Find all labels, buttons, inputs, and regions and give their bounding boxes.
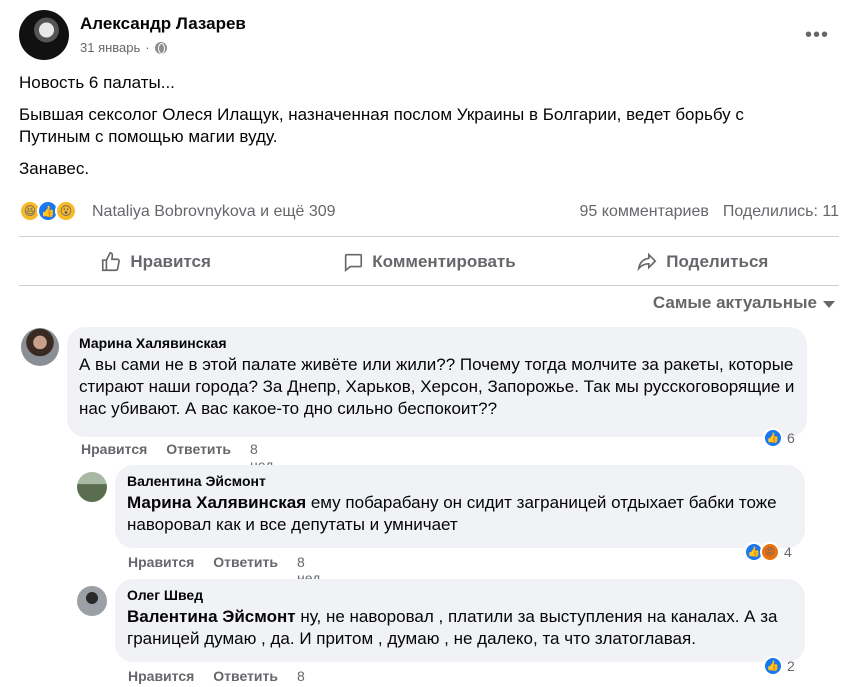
author-name[interactable]: Александр Лазарев bbox=[80, 14, 246, 34]
comment-text: Валентина Эйсмонт ну, не наворовал , пла… bbox=[127, 606, 793, 650]
post-actions: Нравится Комментировать Поделиться bbox=[19, 240, 839, 284]
divider bbox=[19, 285, 839, 286]
reactors-text[interactable]: Nataliya Bobrovnykova и ещё 309 bbox=[92, 203, 336, 221]
speech-bubble-icon bbox=[345, 253, 363, 272]
comment-like-button[interactable]: Нравится bbox=[128, 668, 194, 687]
comment-text: А вы сами не в этой палате живёте или жи… bbox=[79, 355, 795, 418]
wow-reaction-icon: 😮 bbox=[55, 200, 77, 222]
share-button[interactable]: Поделиться bbox=[566, 240, 839, 284]
comment-reactions[interactable]: 👍 2 bbox=[763, 656, 795, 676]
comment-reactions[interactable]: 👍 6 bbox=[763, 428, 795, 448]
sort-label: Самые актуальные bbox=[652, 293, 817, 312]
author-avatar[interactable] bbox=[19, 10, 69, 60]
post-counts: 95 комментариев Поделились: 11 bbox=[580, 203, 839, 221]
commenter-name[interactable]: Марина Халявинская bbox=[79, 335, 795, 351]
comment-actions: Нравится Ответить 8 нед. bbox=[128, 668, 324, 687]
reaction-count: 2 bbox=[787, 658, 795, 674]
commenter-name[interactable]: Олег Швед bbox=[127, 587, 793, 603]
thumbs-up-icon bbox=[102, 252, 121, 272]
like-reaction-icon: 👍 bbox=[763, 428, 783, 448]
post-line: Бывшая сексолог Олеся Илащук, назначенна… bbox=[19, 105, 744, 146]
post-meta-separator: · bbox=[145, 40, 150, 55]
comment-label: Комментировать bbox=[372, 252, 516, 271]
commenter-avatar[interactable] bbox=[21, 328, 59, 366]
like-reaction-icon: 👍 bbox=[763, 656, 783, 676]
post-line: Новость 6 палаты... bbox=[19, 73, 175, 92]
comment-button[interactable]: Комментировать bbox=[292, 240, 565, 284]
post-header: Александр Лазарев 31 январь · ••• bbox=[19, 10, 839, 60]
like-label: Нравится bbox=[130, 252, 211, 271]
reaction-icons[interactable]: 😆 👍 😮 bbox=[19, 200, 77, 222]
commenter-avatar[interactable] bbox=[77, 472, 107, 502]
mention-link[interactable]: Марина Халявинская bbox=[127, 493, 306, 512]
reaction-count: 6 bbox=[787, 430, 795, 446]
comment-bubble: Валентина Эйсмонт Марина Халявинская ему… bbox=[115, 465, 805, 548]
post-meta: 31 январь · bbox=[80, 40, 167, 55]
shares-count[interactable]: Поделились: 11 bbox=[723, 203, 839, 221]
reactions-summary: 😆 👍 😮 Nataliya Bobrovnykova и ещё 309 95… bbox=[19, 200, 839, 224]
globe-icon bbox=[154, 41, 167, 54]
mention-link[interactable]: Валентина Эйсмонт bbox=[127, 607, 296, 626]
comment-sort-dropdown[interactable]: Самые актуальные bbox=[653, 293, 835, 313]
post-body: Новость 6 палаты... Бывшая сексолог Олес… bbox=[19, 72, 819, 190]
share-label: Поделиться bbox=[666, 252, 769, 271]
post-date[interactable]: 31 январь bbox=[80, 40, 140, 55]
commenter-avatar[interactable] bbox=[77, 586, 107, 616]
commenter-name[interactable]: Валентина Эйсмонт bbox=[127, 473, 793, 489]
reaction-count: 4 bbox=[784, 544, 792, 560]
post-line: Занавес. bbox=[19, 159, 90, 178]
divider bbox=[19, 236, 839, 237]
comments-count[interactable]: 95 комментариев bbox=[580, 203, 709, 221]
comment-bubble: Марина Халявинская А вы сами не в этой п… bbox=[67, 327, 807, 437]
comment-reply-button[interactable]: Ответить bbox=[213, 668, 278, 687]
share-arrow-icon bbox=[637, 252, 657, 272]
comment-bubble: Олег Швед Валентина Эйсмонт ну, не навор… bbox=[115, 579, 805, 662]
caret-down-icon bbox=[823, 301, 835, 308]
more-icon[interactable]: ••• bbox=[805, 24, 829, 47]
comment-reactions[interactable]: 👍 😡 4 bbox=[744, 542, 792, 562]
comment-time[interactable]: 8 нед. bbox=[297, 668, 324, 687]
comment-text: Марина Халявинская ему побарабану он сид… bbox=[127, 492, 793, 536]
angry-reaction-icon: 😡 bbox=[760, 542, 780, 562]
like-button[interactable]: Нравится bbox=[19, 240, 292, 284]
